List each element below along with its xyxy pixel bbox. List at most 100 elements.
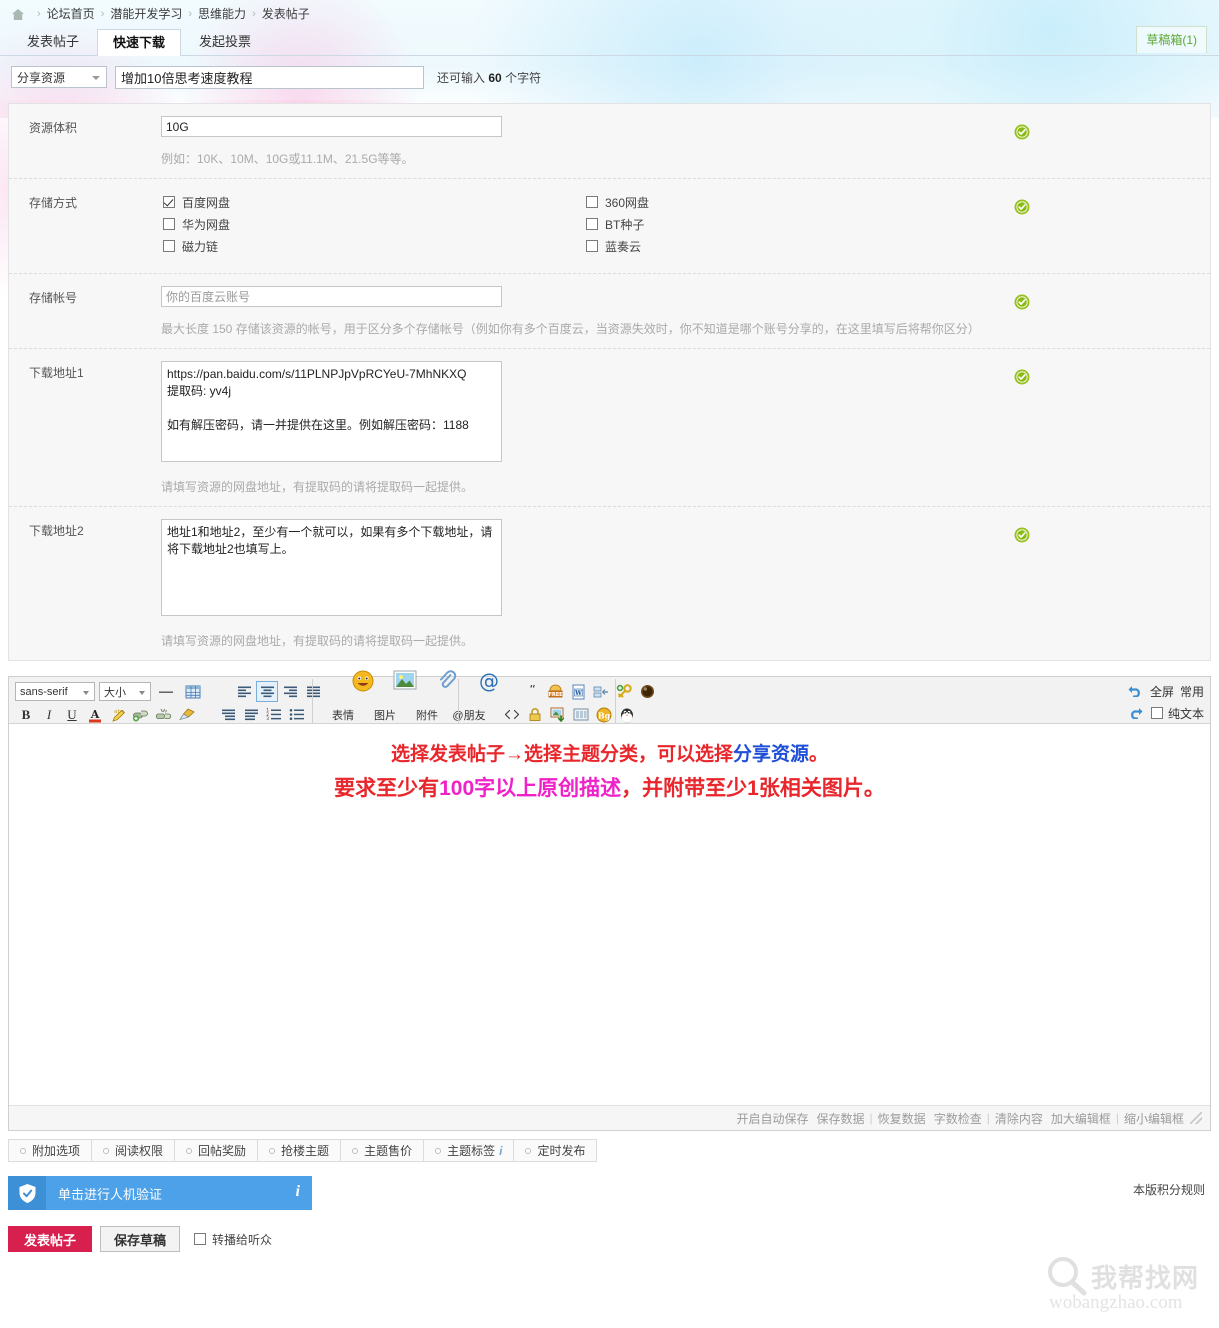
checkbox-magnet[interactable]: 磁力链: [163, 235, 230, 257]
image-save-icon[interactable]: [547, 704, 569, 725]
breadcrumb-item-0[interactable]: 论坛首页: [47, 5, 95, 22]
checkbox-icon-huawei-pan[interactable]: [163, 218, 175, 230]
word-document-icon[interactable]: W: [567, 681, 589, 702]
clear-format-icon[interactable]: [176, 704, 198, 725]
attachment-label[interactable]: 附件: [407, 706, 447, 723]
option-read-permission[interactable]: 阅读权限: [91, 1139, 175, 1162]
lock-icon[interactable]: [524, 704, 546, 725]
account-input[interactable]: [161, 286, 502, 307]
indent-decrease-icon[interactable]: [217, 704, 239, 725]
svg-text:A: A: [90, 708, 100, 721]
globe-icon[interactable]: [636, 681, 658, 702]
url2-textarea[interactable]: 地址1和地址2，至少有一个就可以，如果有多个下载地址，请将下载地址2也填写上。: [161, 519, 502, 616]
checkbox-icon-baidu-pan[interactable]: [163, 196, 175, 208]
chevron-down-icon: [83, 691, 89, 695]
insert-link-icon[interactable]: [130, 704, 152, 725]
breadcrumb-separator-0: ›: [37, 7, 41, 20]
checkbox-baidu-pan[interactable]: 百度网盘: [163, 191, 230, 213]
save-draft-button[interactable]: 保存草稿: [100, 1226, 181, 1252]
fullscreen-button[interactable]: 全屏: [1150, 683, 1174, 700]
checkbox-bt-seed[interactable]: BT种子: [586, 213, 649, 235]
toolbar-right-row-1: 全屏 常用: [1127, 680, 1204, 702]
checkbox-icon-broadcast[interactable]: [194, 1233, 207, 1245]
underline-icon[interactable]: U: [61, 704, 83, 725]
autosave-link[interactable]: 开启自动保存: [737, 1110, 809, 1127]
mention-friend-label[interactable]: @朋友: [449, 706, 489, 723]
remove-link-icon[interactable]: [153, 704, 175, 725]
columns-icon[interactable]: [570, 704, 592, 725]
radio-dot-icon: [352, 1147, 359, 1154]
align-center-icon[interactable]: [256, 681, 278, 702]
highlight-icon[interactable]: abc: [107, 704, 129, 725]
post-options-row: 附加选项 阅读权限 回帖奖励 抢楼主题 主题售价 主题标签 i 定时发布: [8, 1139, 1211, 1162]
broadcast-checkbox-row[interactable]: 转播给听众: [194, 1231, 272, 1248]
free-icon[interactable]: FREE: [544, 681, 566, 702]
option-topic-price[interactable]: 主题售价: [340, 1139, 424, 1162]
checkbox-lanzou-cloud[interactable]: 蓝奏云: [586, 235, 649, 257]
table-icon[interactable]: [182, 681, 204, 702]
common-button[interactable]: 常用: [1180, 683, 1204, 700]
emoji-label[interactable]: 表情: [323, 706, 363, 723]
plaintext-checkbox[interactable]: [1150, 707, 1163, 719]
tab-publish-post[interactable]: 发表帖子: [11, 28, 95, 55]
info-icon[interactable]: i: [499, 1144, 502, 1158]
option-floor-grab[interactable]: 抢楼主题: [257, 1139, 341, 1162]
align-right-icon[interactable]: [279, 681, 301, 702]
size-input[interactable]: [161, 116, 502, 137]
align-left-icon[interactable]: [233, 681, 255, 702]
checkbox-icon-bt-seed[interactable]: [586, 218, 598, 230]
bold-icon[interactable]: B: [15, 704, 37, 725]
enlarge-editor-link[interactable]: 加大编辑框: [1051, 1110, 1111, 1127]
tab-quick-download[interactable]: 快速下载: [97, 29, 182, 56]
align-justify-icon[interactable]: [302, 681, 324, 702]
background-color-icon[interactable]: Bg: [593, 704, 615, 725]
ordered-list-icon[interactable]: 123: [263, 704, 285, 725]
checkbox-icon-lanzou-cloud[interactable]: [586, 240, 598, 252]
radio-dot-icon: [20, 1147, 26, 1154]
undo-icon[interactable]: [1127, 683, 1144, 700]
storage-column-left: 百度网盘 华为网盘 磁力链: [163, 191, 230, 257]
post-button[interactable]: 发表帖子: [8, 1226, 93, 1252]
checkbox-icon-360-pan[interactable]: [586, 196, 598, 208]
key-add-icon[interactable]: [613, 681, 635, 702]
option-reply-reward[interactable]: 回帖奖励: [174, 1139, 258, 1162]
tab-create-poll[interactable]: 发起投票: [183, 28, 267, 55]
word-count-link[interactable]: 字数检查: [934, 1110, 982, 1127]
url1-textarea[interactable]: https://pan.baidu.com/s/11PLNPJpVpRCYeU-…: [161, 361, 502, 462]
breadcrumb-item-2[interactable]: 思维能力: [198, 5, 246, 22]
captcha-info-icon[interactable]: i: [296, 1183, 300, 1201]
quote-icon[interactable]: “: [521, 681, 543, 702]
image-label[interactable]: 图片: [365, 706, 405, 723]
home-icon[interactable]: [11, 8, 25, 21]
breadcrumb-item-1[interactable]: 潜能开发学习: [110, 5, 182, 22]
editor-content-area[interactable]: 选择发表帖子→选择主题分类，可以选择分享资源。 要求至少有100字以上原创描述，…: [9, 724, 1210, 1105]
font-color-icon[interactable]: A: [84, 704, 106, 725]
indent-increase-icon[interactable]: [240, 704, 262, 725]
plaintext-label[interactable]: 纯文本: [1168, 705, 1204, 722]
category-select[interactable]: 分享资源: [11, 66, 107, 88]
checkbox-360-pan[interactable]: 360网盘: [586, 191, 649, 213]
page-break-icon[interactable]: [590, 681, 612, 702]
restore-data-link[interactable]: 恢复数据: [878, 1110, 926, 1127]
horizontal-rule-icon[interactable]: [155, 681, 177, 702]
font-family-select[interactable]: sans-serif: [15, 682, 95, 701]
option-additional[interactable]: 附加选项: [8, 1139, 92, 1162]
qq-icon[interactable]: [616, 704, 638, 725]
unordered-list-icon[interactable]: [286, 704, 308, 725]
subject-input[interactable]: [115, 65, 424, 89]
code-icon[interactable]: [501, 704, 523, 725]
shrink-editor-link[interactable]: 缩小编辑框: [1124, 1110, 1184, 1127]
captcha-button[interactable]: 单击进行人机验证 i: [8, 1176, 312, 1210]
checkbox-huawei-pan[interactable]: 华为网盘: [163, 213, 230, 235]
draft-box-button[interactable]: 草稿箱(1): [1136, 26, 1207, 53]
score-rule-link[interactable]: 本版积分规则: [1133, 1181, 1205, 1198]
option-scheduled-publish[interactable]: 定时发布: [513, 1139, 598, 1162]
font-size-select[interactable]: 大小: [99, 682, 151, 701]
option-topic-tag[interactable]: 主题标签 i: [423, 1139, 514, 1162]
clear-content-link[interactable]: 清除内容: [995, 1110, 1043, 1127]
resize-grip-icon[interactable]: [1190, 1112, 1202, 1124]
italic-icon[interactable]: I: [38, 704, 60, 725]
redo-icon[interactable]: [1127, 705, 1144, 722]
checkbox-icon-magnet[interactable]: [163, 240, 175, 252]
save-data-link[interactable]: 保存数据: [817, 1110, 865, 1127]
